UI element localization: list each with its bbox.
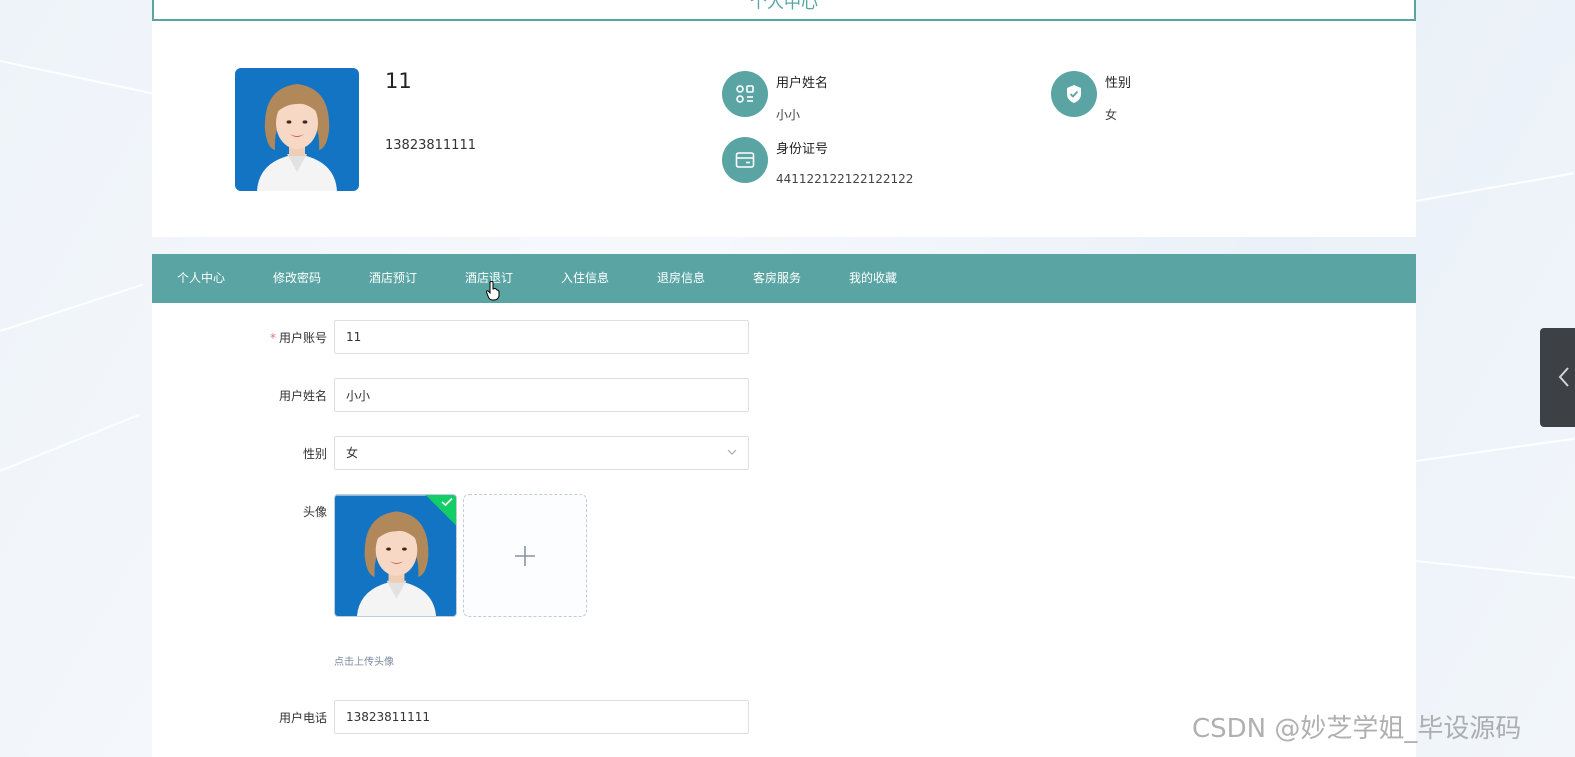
center-nav: 个人中心 修改密码 酒店预订 酒店退订 入住信息 退房信息 客房服务 我的收藏 [152,254,1416,303]
profile-card: 11 13823811111 用户姓名 小小 性别 女 身份证号 4411221… [152,21,1416,237]
nav-item-checkout-info[interactable]: 退房信息 [657,254,705,303]
required-mark: * [269,331,276,345]
id-card-icon [722,137,768,183]
phone-input[interactable] [334,700,749,734]
page-title: 个人中心 [750,0,818,13]
avatar-uploaded-thumbnail[interactable] [334,494,457,617]
info-label: 身份证号 [776,142,829,157]
info-value: 441122122122122122 [776,172,914,186]
gender-select[interactable]: 女 [334,436,749,470]
nav-item-checkin-info[interactable]: 入住信息 [561,254,609,303]
info-value: 小小 [776,108,801,122]
chevron-down-icon [727,449,737,455]
nav-item-hotel-booking[interactable]: 酒店预订 [369,254,417,303]
info-value: 女 [1105,108,1118,122]
check-icon [441,497,453,507]
info-label: 用户姓名 [776,76,829,91]
nav-item-change-password[interactable]: 修改密码 [273,254,321,303]
profile-name: 11 [385,69,412,93]
name-input[interactable] [334,378,749,412]
user-grid-icon [722,71,768,117]
gender-label: 性别 [302,447,327,461]
avatar-upload-button[interactable] [463,494,587,617]
side-panel-toggle[interactable] [1540,328,1575,427]
phone-label: 用户电话 [278,711,327,725]
nav-item-room-service[interactable]: 客房服务 [753,254,801,303]
avatar-upload-hint: 点击上传头像 [334,657,394,668]
avatar-label: 头像 [302,505,327,519]
account-input[interactable] [334,320,749,354]
page-title-bar: 个人中心 [152,0,1416,21]
avatar-photo [335,495,456,616]
avatar [235,68,359,191]
profile-form: *用户账号 用户姓名 性别 女 头像 [152,303,1416,757]
shield-check-icon [1051,71,1097,117]
hand-cursor-icon [486,281,500,301]
plus-icon [515,545,535,566]
main-container: 个人中心 11 13823811111 用户姓名 小小 性别 女 身份证号 44… [152,0,1416,757]
nav-item-favorites[interactable]: 我的收藏 [849,254,897,303]
account-label: * 用户账号 [269,331,327,345]
name-label: 用户姓名 [278,389,327,403]
chevron-left-icon [1558,367,1569,387]
profile-phone: 13823811111 [385,138,476,153]
watermark: CSDN @妙芝学姐_毕设源码 [1192,714,1522,744]
gender-select-value: 女 [346,446,359,460]
nav-item-profile[interactable]: 个人中心 [177,254,225,303]
info-label: 性别 [1105,76,1132,91]
avatar-photo [235,68,359,191]
